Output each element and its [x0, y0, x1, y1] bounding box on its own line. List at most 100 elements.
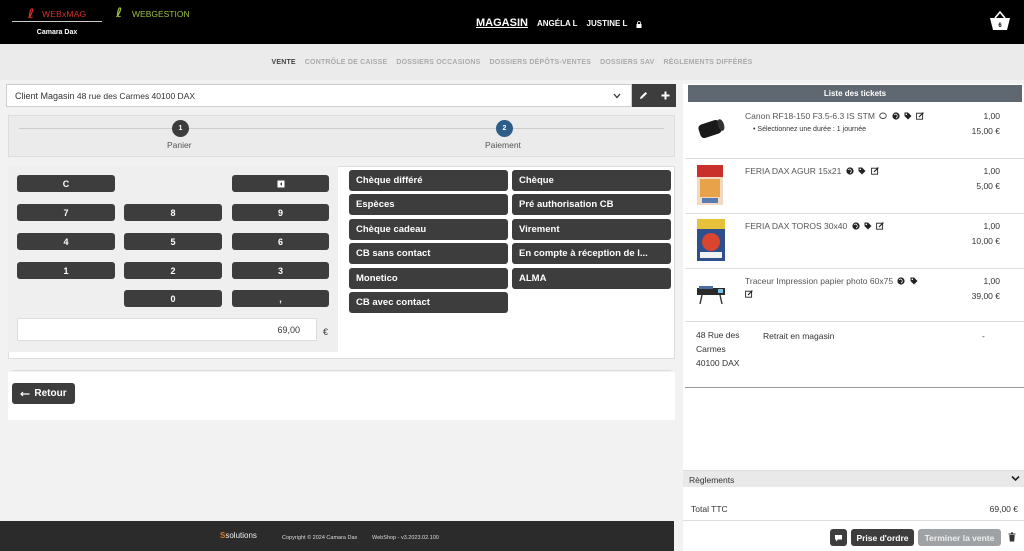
address-line-1: 48 Rue des	[696, 330, 740, 340]
edit-note-icon[interactable]	[870, 167, 879, 175]
step-1-circle[interactable]: 1	[172, 120, 189, 137]
globe-icon[interactable]	[846, 167, 854, 175]
pay-especes-button[interactable]: Espèces	[349, 194, 508, 215]
pay-en-compte-button[interactable]: En compte à réception de l...	[512, 243, 671, 264]
tag-icon[interactable]	[904, 112, 912, 120]
lock-icon[interactable]	[636, 20, 642, 28]
pay-cheque-differe-button[interactable]: Chèque différé	[349, 170, 508, 191]
lens-thumbnail	[698, 119, 725, 139]
keypad-1[interactable]: 1	[17, 262, 115, 279]
basket-icon[interactable]: 6	[988, 10, 1012, 32]
user-angela[interactable]: ANGÉLA L	[537, 19, 578, 28]
store-link[interactable]: MAGASIN	[476, 17, 528, 29]
keypad-3[interactable]: 3	[232, 262, 329, 279]
comment-icon[interactable]	[879, 112, 888, 120]
edit-note-icon[interactable]	[916, 112, 925, 120]
stepper-rail	[19, 128, 664, 129]
chat-button[interactable]	[830, 529, 847, 546]
ticket-name: FERIA DAX TOROS 30x40	[745, 221, 848, 231]
terminer-vente-button[interactable]: Terminer la vente	[918, 529, 1001, 546]
ticket-qty: 1,00	[983, 221, 1000, 231]
tag-icon[interactable]	[858, 167, 866, 175]
tab-reglements-differes[interactable]: RÈGLEMENTS DIFFÉRÉS	[664, 59, 753, 66]
footer: Ssolutions Copyright © 2024 Camara Dax W…	[0, 521, 674, 551]
sub-nav: VENTE CONTRÔLE DE CAISSE DOSSIERS OCCASI…	[0, 44, 1024, 80]
keypad-4[interactable]: 4	[17, 233, 115, 250]
webxmag-logo[interactable]: ℓ WEBxMAG Camara Dax	[12, 5, 104, 39]
ticket-qty: 1,00	[983, 276, 1000, 286]
trash-icon[interactable]	[1008, 532, 1016, 542]
back-panel	[8, 372, 675, 420]
pay-monetico-button[interactable]: Monetico	[349, 268, 508, 289]
tab-dossiers-depots-ventes[interactable]: DOSSIERS DÉPÔTS-VENTES	[489, 59, 591, 66]
step-2-label[interactable]: Paiement	[485, 140, 521, 150]
prise-ordre-button[interactable]: Prise d'ordre	[851, 529, 914, 546]
tag-icon[interactable]	[910, 277, 918, 285]
keypad-9[interactable]: 9	[232, 204, 329, 221]
reglements-toggle[interactable]: Règlements	[683, 470, 1024, 487]
pay-cheque-cadeau-button[interactable]: Chèque cadeau	[349, 219, 508, 240]
ticket-item[interactable]: Traceur Impression papier photo 60x75 1,…	[685, 269, 1024, 322]
currency-symbol: €	[323, 327, 329, 337]
edit-client-button[interactable]	[632, 84, 654, 107]
ticket-price: 15,00 €	[971, 126, 1000, 136]
pay-cb-avec-contact-button[interactable]: CB avec contact	[349, 292, 508, 313]
edit-note-icon[interactable]	[745, 290, 753, 298]
back-button[interactable]: Retour	[12, 383, 75, 404]
poster-thumbnail	[697, 219, 725, 261]
edit-note-icon[interactable]	[876, 222, 885, 230]
delivery-row: 48 Rue des Carmes 40100 DAX Retrait en m…	[685, 322, 1024, 388]
keypad-5[interactable]: 5	[124, 233, 222, 250]
ticket-name: FERIA DAX AGUR 15x21	[745, 166, 842, 176]
globe-icon[interactable]	[851, 222, 860, 230]
user-justine[interactable]: JUSTINE L	[587, 19, 628, 28]
tab-vente[interactable]: VENTE	[271, 59, 295, 66]
globe-icon[interactable]	[897, 277, 906, 285]
ticket-price: 5,00 €	[976, 181, 1000, 191]
delivery-mode: Retrait en magasin	[763, 331, 835, 341]
plus-icon	[661, 91, 669, 100]
ticket-item[interactable]: FERIA DAX TOROS 30x40 1,00 10,00 €	[685, 214, 1024, 269]
pay-cheque-button[interactable]: Chèque	[512, 170, 671, 191]
top-nav: MAGASIN ANGÉLA L JUSTINE L	[476, 16, 642, 30]
pay-virement-button[interactable]: Virement	[512, 219, 671, 240]
globe-icon[interactable]	[892, 112, 900, 120]
step-2-circle[interactable]: 2	[496, 120, 513, 137]
webgestion-brand: WEBGESTION	[132, 9, 190, 19]
ticket-name: Traceur Impression papier photo 60x75	[745, 276, 894, 286]
keypad-2[interactable]: 2	[124, 262, 222, 279]
tab-controle-caisse[interactable]: CONTRÔLE DE CAISSE	[305, 59, 388, 66]
pay-pre-auth-cb-button[interactable]: Pré authorisation CB	[512, 194, 671, 215]
total-value: 69,00 €	[989, 504, 1018, 514]
keypad-8[interactable]: 8	[124, 204, 222, 221]
printer-thumbnail	[697, 286, 725, 305]
footer-logo[interactable]: Ssolutions	[220, 531, 257, 540]
keypad-backspace-button[interactable]	[232, 175, 329, 192]
ticket-qty: 1,00	[983, 111, 1000, 121]
webxmag-brand: WEBxMAG	[42, 9, 87, 19]
checkout-stepper: 1 Panier 2 Paiement	[8, 115, 675, 157]
tag-icon[interactable]	[864, 222, 872, 230]
pay-alma-button[interactable]: ALMA	[512, 268, 671, 289]
keypad-comma[interactable]: ,	[232, 290, 329, 307]
tab-dossiers-sav[interactable]: DOSSIERS SAV	[600, 59, 654, 66]
client-address: 48 rue des Carmes 40100 DAX	[76, 91, 196, 101]
address-line-2: Carmes	[696, 344, 726, 354]
ticket-option: Sélectionnez une durée : 1 journée	[757, 126, 866, 133]
add-client-button[interactable]	[654, 84, 676, 107]
ticket-item[interactable]: FERIA DAX AGUR 15x21 1,00 5,00 €	[685, 159, 1024, 214]
tab-dossiers-occasions[interactable]: DOSSIERS OCCASIONS	[396, 59, 480, 66]
tickets-title: Liste des tickets	[688, 85, 1022, 102]
step-1-label[interactable]: Panier	[167, 140, 192, 150]
keypad-clear-button[interactable]: C	[17, 175, 115, 192]
ticket-item[interactable]: Canon RF18-150 F3.5-6.3 IS STM • Sélecti…	[685, 104, 1024, 159]
keypad-6[interactable]: 6	[232, 233, 329, 250]
amount-input[interactable]: 69,00	[17, 318, 317, 341]
footer-copyright: Copyright © 2024 Camara Dax	[282, 535, 358, 541]
shop-name: Camara Dax	[36, 29, 78, 36]
pay-cb-sans-contact-button[interactable]: CB sans contact	[349, 243, 508, 264]
client-select[interactable]: Client Magasin 48 rue des Carmes 40100 D…	[6, 84, 632, 107]
keypad-7[interactable]: 7	[17, 204, 115, 221]
keypad-0[interactable]: 0	[124, 290, 222, 307]
reglements-label: Règlements	[689, 475, 735, 485]
